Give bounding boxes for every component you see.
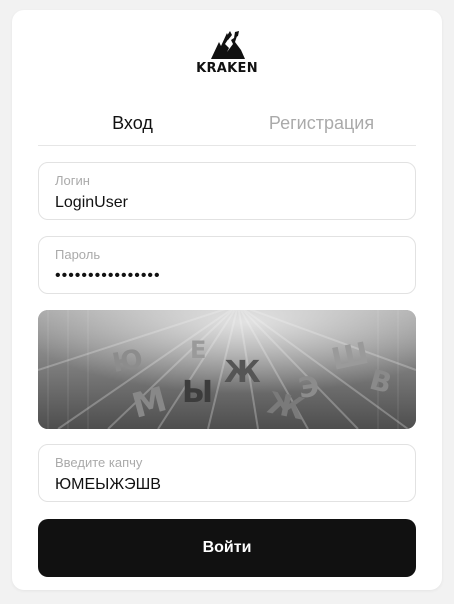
captcha-input[interactable]: ЮМЕЫЖЭШВ bbox=[55, 475, 399, 495]
password-label: Пароль bbox=[55, 247, 101, 262]
password-input[interactable]: •••••••••••••••• bbox=[55, 266, 399, 286]
auth-tabs: Вход Регистрация bbox=[38, 108, 416, 146]
kraken-logo-icon bbox=[211, 31, 245, 59]
brand-name: KRAKEN bbox=[196, 61, 258, 76]
tab-register[interactable]: Регистрация bbox=[227, 108, 416, 145]
captcha-image: Ю М Е Ы Ж Ж Э Ш В bbox=[38, 310, 416, 429]
login-field[interactable]: Логин LoginUser bbox=[38, 162, 416, 220]
login-label: Логин bbox=[55, 173, 90, 188]
svg-text:Ж: Ж bbox=[224, 355, 261, 390]
captcha-label: Введите капчу bbox=[55, 455, 143, 470]
brand-logo: KRAKEN bbox=[12, 30, 442, 76]
svg-text:Е: Е bbox=[190, 336, 206, 364]
captcha-field[interactable]: Введите капчу ЮМЕЫЖЭШВ bbox=[38, 444, 416, 502]
auth-card: KRAKEN Вход Регистрация Логин LoginUser … bbox=[12, 10, 442, 590]
login-button[interactable]: Войти bbox=[38, 519, 416, 577]
tab-login[interactable]: Вход bbox=[38, 108, 227, 145]
svg-text:Ю: Ю bbox=[110, 344, 145, 379]
password-field[interactable]: Пароль •••••••••••••••• bbox=[38, 236, 416, 294]
svg-text:Ы: Ы bbox=[182, 375, 213, 410]
login-input[interactable]: LoginUser bbox=[55, 193, 399, 213]
